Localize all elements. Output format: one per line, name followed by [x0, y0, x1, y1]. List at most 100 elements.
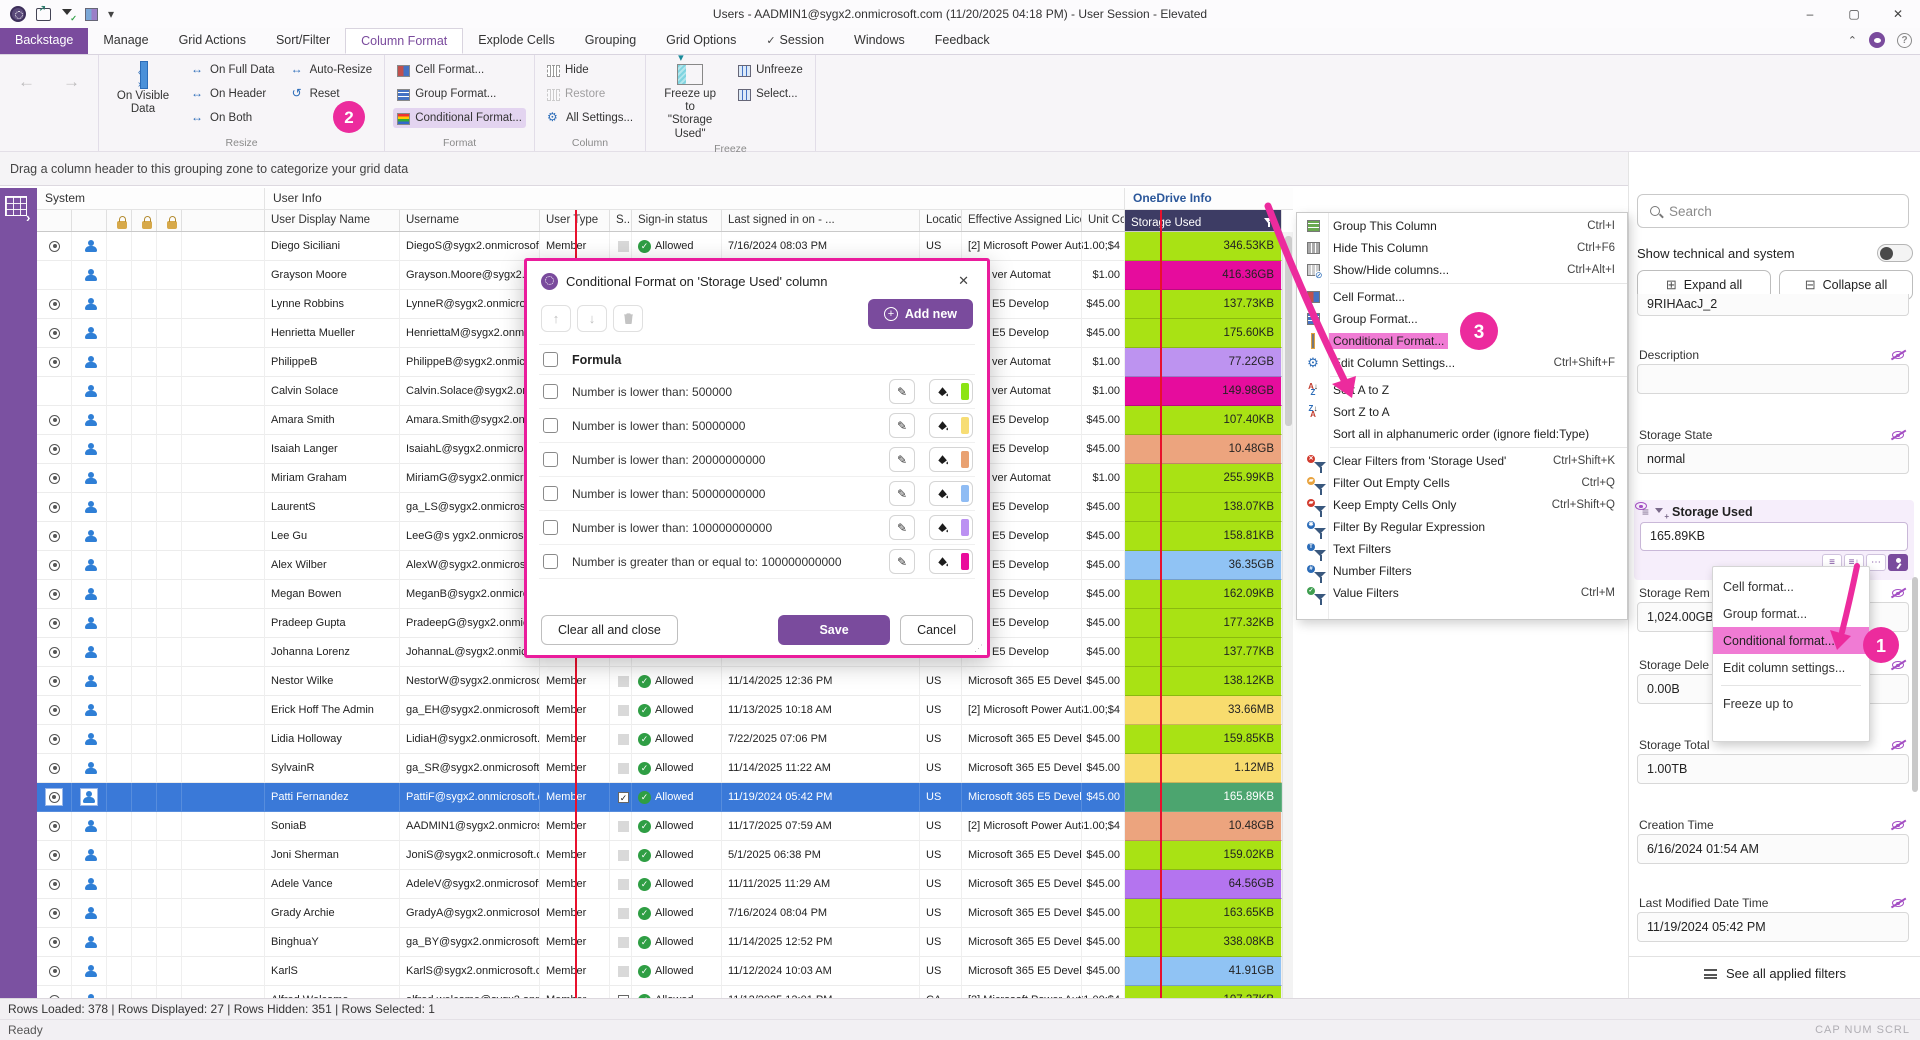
cell-display-name[interactable]: BinghuaY [265, 928, 400, 957]
cell-licenses[interactable]: Microsoft 365 E5 Develop [962, 870, 1082, 899]
mini-menu-item-conditional-format-[interactable]: Conditional format... [1713, 627, 1869, 654]
edit-rule-button[interactable]: ✎ [889, 515, 915, 540]
cell-location[interactable]: US [920, 783, 962, 812]
cell-last-signed-in[interactable]: 11/19/2024 05:42 PM [722, 783, 920, 812]
table-row[interactable]: SoniaBAADMIN1@sygx2.onmicrosoft.comMembe… [37, 812, 1282, 841]
cell-unit-cost[interactable]: $45.00 [1082, 754, 1125, 783]
group-format--button[interactable]: Group Format... [393, 84, 526, 104]
cell-display-name[interactable]: Grady Archie [265, 899, 400, 928]
add-new-button[interactable]: + Add new [868, 299, 973, 329]
cell-username[interactable]: NestorW@sygx2.onmicrosoft.com [400, 667, 540, 696]
menu-item-filter-by-regular-expression[interactable]: ✱Filter By Regular Expression [1297, 516, 1627, 538]
save-button[interactable]: Save [778, 615, 890, 645]
hide-button[interactable]: Hide [543, 60, 637, 80]
cell-unit-cost[interactable]: $45.00 [1082, 493, 1125, 522]
cell-display-name[interactable]: SoniaB [265, 812, 400, 841]
row-radio-cell[interactable] [37, 493, 72, 522]
grouping-zone[interactable]: Drag a column header to this grouping zo… [0, 152, 1628, 186]
cell-storage-used[interactable]: 175.60KB [1125, 319, 1282, 348]
cell-signin[interactable]: ✓Allowed [632, 899, 722, 928]
reset-button[interactable]: Reset [287, 84, 377, 104]
cell-unit-cost[interactable]: $45.00 [1082, 899, 1125, 928]
menu-item-sort-a-to-z[interactable]: A↓ZSort A to Z [1297, 379, 1627, 401]
menu-item-filter-out-empty-cells[interactable]: ▰Filter Out Empty CellsCtrl+Q [1297, 472, 1627, 494]
menu-item-hide-this-column[interactable]: Hide This ColumnCtrl+F6 [1297, 237, 1627, 259]
row-radio-cell[interactable] [37, 522, 72, 551]
cell-storage-used[interactable]: 64.56GB [1125, 870, 1282, 899]
cell-username[interactable]: HenriettaM@sygx2.onmicrosoft.com [400, 319, 540, 348]
cell-display-name[interactable]: Johanna Lorenz [265, 638, 400, 667]
eye-slash-icon[interactable] [1891, 659, 1907, 671]
cell-location[interactable]: US [920, 841, 962, 870]
cell-username[interactable]: ga_EH@sygx2.onmicrosoft.com [400, 696, 540, 725]
cell-last-signed-in[interactable]: 7/22/2025 07:06 PM [722, 725, 920, 754]
column-header-s[interactable]: S... [610, 210, 632, 231]
tab-grid-options[interactable]: Grid Options [651, 28, 751, 54]
cell-username[interactable]: AlexW@sygx2.onmicrosoft.com [400, 551, 540, 580]
cell-location[interactable]: US [920, 870, 962, 899]
view-eye-icon[interactable] [1869, 32, 1885, 48]
cell-signin[interactable]: ✓Allowed [632, 841, 722, 870]
cell-display-name[interactable]: Joni Sherman [265, 841, 400, 870]
cell-username[interactable]: GradyA@sygx2.onmicrosoft.com [400, 899, 540, 928]
menu-item-cell-format-[interactable]: Cell Format... [1297, 286, 1627, 308]
table-row[interactable]: Diego SicilianiDiegoS@sygx2.onmicrosoft.… [37, 232, 1282, 261]
field-input-last-modified-date-time[interactable]: 11/19/2024 05:42 PM [1637, 912, 1909, 942]
table-row[interactable]: KarlSKarlS@sygx2.onmicrosoft.comMember✓A… [37, 957, 1282, 986]
eye-slash-icon[interactable] [1891, 429, 1907, 441]
cell-licenses[interactable]: [2] Microsoft Power Auto [962, 696, 1082, 725]
mini-menu-item-edit-column-settings-[interactable]: Edit column settings... [1713, 654, 1869, 681]
row-radio-cell[interactable] [37, 406, 72, 435]
collapse-ribbon-icon[interactable]: ⌃ [1848, 34, 1857, 47]
menu-item-clear-filters-from-storage-used-[interactable]: ✕Clear Filters from 'Storage Used'Ctrl+S… [1297, 450, 1627, 472]
cell-username[interactable]: JoniS@sygx2.onmicrosoft.com [400, 841, 540, 870]
fill-color-button[interactable] [929, 413, 973, 438]
cell-storage-used[interactable]: 138.12KB [1125, 667, 1282, 696]
band-onedrive-info[interactable]: OneDrive Info [1125, 188, 1293, 209]
cell-unit-cost[interactable]: $45.00 [1082, 957, 1125, 986]
cell-storage-used[interactable]: 338.08KB [1125, 928, 1282, 957]
eye-slash-icon[interactable] [1891, 587, 1907, 599]
tab-manage[interactable]: Manage [88, 28, 163, 54]
minimize-button[interactable]: – [1788, 1, 1832, 27]
unfreeze-button[interactable]: Unfreeze [734, 60, 807, 80]
menu-item-text-filters[interactable]: TText Filters [1297, 538, 1627, 560]
cell-signin[interactable]: ✓Allowed [632, 754, 722, 783]
cell-storage-used[interactable]: 416.36GB [1125, 261, 1282, 290]
rule-checkbox[interactable] [543, 418, 558, 433]
cell-storage-used[interactable]: 77.22GB [1125, 348, 1282, 377]
cell-unit-cost[interactable]: $45.00 [1082, 406, 1125, 435]
back-button[interactable]: ← [8, 66, 45, 98]
row-radio-cell[interactable] [37, 696, 72, 725]
eye-slash-icon[interactable] [1891, 739, 1907, 751]
column-header-unit-cost[interactable]: Unit Cos... [1082, 210, 1125, 231]
cell-username[interactable]: ga_LS@sygx2.onmicrosoft.com [400, 493, 540, 522]
cell-storage-used[interactable]: 346.53KB [1125, 232, 1282, 261]
cell-display-name[interactable]: Megan Bowen [265, 580, 400, 609]
cell-storage-used[interactable]: 137.73KB [1125, 290, 1282, 319]
cell-unit-cost[interactable]: $45.00 [1082, 435, 1125, 464]
cell-username[interactable]: IsaiahL@sygx2.onmicrosoft.com [400, 435, 540, 464]
clear-all-and-close-button[interactable]: Clear all and close [541, 615, 678, 645]
cell-licenses[interactable]: Microsoft 365 E5 Develop [962, 783, 1082, 812]
cell-display-name[interactable]: Amara Smith [265, 406, 400, 435]
edit-rule-button[interactable]: ✎ [889, 481, 915, 506]
table-row[interactable]: BinghuaYga_BY@sygx2.onmicrosoft.comMembe… [37, 928, 1282, 957]
row-radio-cell[interactable] [37, 725, 72, 754]
cell-storage-used[interactable]: 149.98GB [1125, 377, 1282, 406]
fill-color-button[interactable] [929, 447, 973, 472]
cell-username[interactable]: LeeG@s ygx2.onmicrosoft.com [400, 522, 540, 551]
row-radio-cell[interactable] [37, 899, 72, 928]
cell-display-name[interactable]: Miriam Graham [265, 464, 400, 493]
cell-username[interactable]: AdeleV@sygx2.onmicrosoft.com [400, 870, 540, 899]
see-all-filters-button[interactable]: See all applied filters [1629, 956, 1920, 990]
cell-display-name[interactable]: Lidia Holloway [265, 725, 400, 754]
cell-storage-used[interactable]: 107.40KB [1125, 406, 1282, 435]
search-input[interactable]: Search [1637, 194, 1909, 228]
cell-storage-used[interactable]: 137.77KB [1125, 638, 1282, 667]
menu-item-value-filters[interactable]: ✓Value FiltersCtrl+M [1297, 582, 1627, 604]
cell-location[interactable]: US [920, 696, 962, 725]
on-visible-data-button[interactable]: On Visible Data [107, 58, 179, 135]
mini-menu-item-cell-format-[interactable]: Cell format... [1713, 573, 1869, 600]
cell-username[interactable]: AADMIN1@sygx2.onmicrosoft.com [400, 812, 540, 841]
